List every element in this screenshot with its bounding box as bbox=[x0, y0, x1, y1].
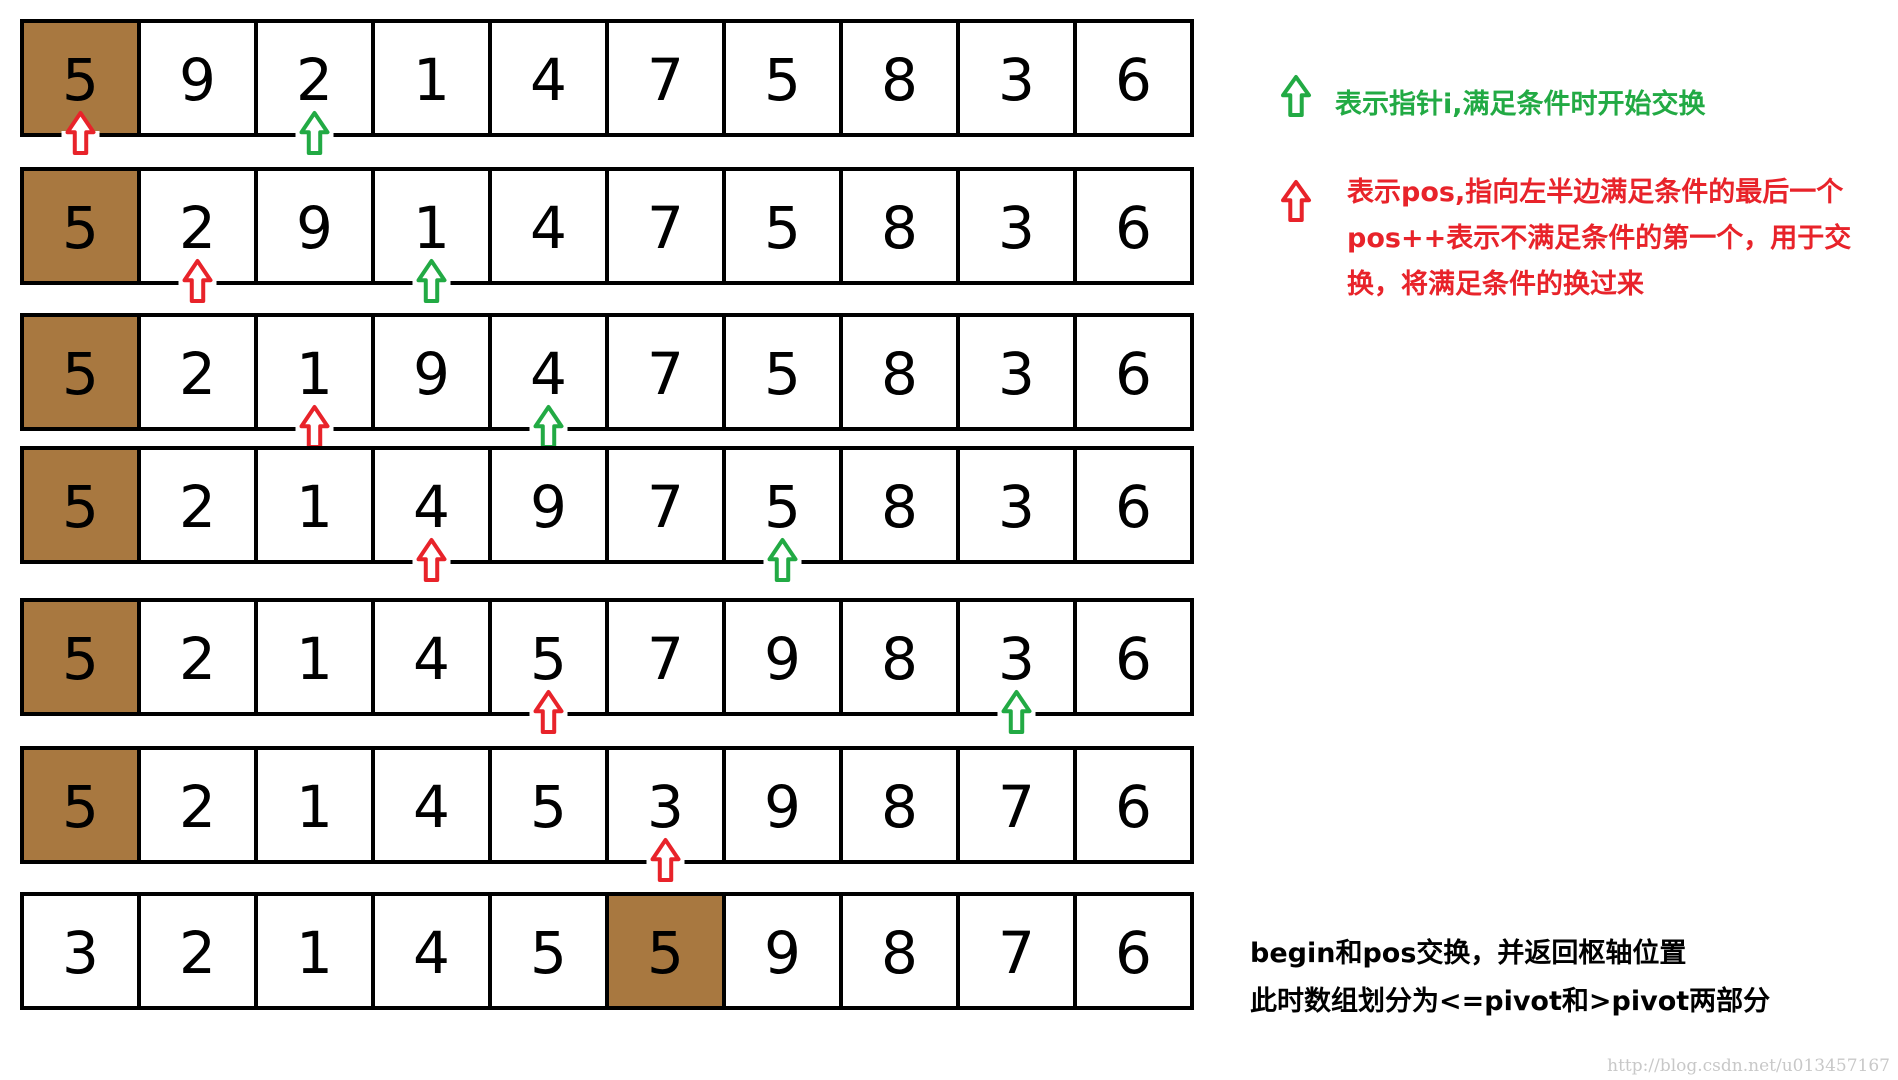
cell-value: 9 bbox=[764, 625, 801, 693]
legend-i-pointer: 表示指针i,满足条件时开始交换 bbox=[1335, 82, 1706, 121]
cell-value: 8 bbox=[881, 625, 918, 693]
array-row: 5 2 1 4 5 7 9 8 3 6 bbox=[20, 598, 1194, 734]
legend-i-text: 表示指针i,满足条件时开始交换 bbox=[1335, 89, 1706, 120]
cell-value: 7 bbox=[647, 340, 684, 408]
cell-value: 8 bbox=[881, 194, 918, 262]
array-row: 5 2 1 9 4 7 5 8 3 6 bbox=[20, 313, 1194, 449]
cell-value: 3 bbox=[998, 625, 1035, 693]
cell-value: 6 bbox=[1115, 919, 1152, 987]
cell-value: 7 bbox=[998, 919, 1035, 987]
array-row: 3 2 1 4 5 5 9 8 7 6 bbox=[20, 892, 1194, 1010]
cell-value: 7 bbox=[647, 46, 684, 114]
array-row: 5 2 1 4 9 7 5 8 3 6 bbox=[20, 446, 1194, 582]
cell-value: 4 bbox=[530, 46, 567, 114]
legend-icons bbox=[1281, 75, 1311, 222]
cell-value: 2 bbox=[179, 194, 216, 262]
cell-value: 4 bbox=[530, 194, 567, 262]
red-up-arrow-icon bbox=[1281, 180, 1311, 222]
cell-value: 5 bbox=[62, 473, 99, 541]
cell-value: 1 bbox=[296, 773, 333, 841]
cell-value: 1 bbox=[296, 340, 333, 408]
cell-value: 6 bbox=[1115, 773, 1152, 841]
cell-value: 3 bbox=[998, 194, 1035, 262]
cell-value: 1 bbox=[296, 625, 333, 693]
cell-value: 4 bbox=[413, 773, 450, 841]
cell-value: 7 bbox=[647, 194, 684, 262]
cell-value: 5 bbox=[530, 625, 567, 693]
cell-value: 3 bbox=[62, 919, 99, 987]
cell-value: 6 bbox=[1115, 340, 1152, 408]
array-row: 5 9 2 1 4 7 5 8 3 6 bbox=[20, 19, 1194, 155]
cell-value: 5 bbox=[764, 340, 801, 408]
cell-value: 6 bbox=[1115, 625, 1152, 693]
cell-value: 5 bbox=[647, 919, 684, 987]
cell-value: 5 bbox=[62, 625, 99, 693]
result-note-line: begin和pos交换，并返回枢轴位置 bbox=[1250, 938, 1687, 969]
cell-value: 6 bbox=[1115, 473, 1152, 541]
cell-value: 1 bbox=[296, 919, 333, 987]
cell-value: 3 bbox=[998, 46, 1035, 114]
cell-value: 2 bbox=[179, 773, 216, 841]
cell-value: 1 bbox=[413, 194, 450, 262]
cell-value: 5 bbox=[764, 194, 801, 262]
legend-pos-pointer: 表示pos,指向左半边满足条件的最后一个 pos++表示不满足条件的第一个，用于… bbox=[1347, 170, 1877, 308]
result-note-line: 此时数组划分为<=pivot和>pivot两部分 bbox=[1250, 986, 1771, 1017]
legend-pos-line: 换，将满足条件的换过来 bbox=[1347, 269, 1644, 300]
cell-value: 2 bbox=[179, 919, 216, 987]
cell-value: 2 bbox=[179, 473, 216, 541]
green-up-arrow-icon bbox=[1281, 75, 1311, 117]
cell-value: 5 bbox=[62, 340, 99, 408]
cell-value: 1 bbox=[296, 473, 333, 541]
cell-value: 1 bbox=[413, 46, 450, 114]
watermark: http://blog.csdn.net/u013457167 bbox=[1607, 1056, 1890, 1076]
cell-value: 8 bbox=[881, 919, 918, 987]
cell-value: 8 bbox=[881, 46, 918, 114]
cell-value: 4 bbox=[413, 625, 450, 693]
cell-value: 9 bbox=[179, 46, 216, 114]
cell-value: 8 bbox=[881, 340, 918, 408]
cell-value: 5 bbox=[764, 473, 801, 541]
cell-value: 5 bbox=[530, 919, 567, 987]
cell-value: 2 bbox=[179, 340, 216, 408]
cell-value: 7 bbox=[998, 773, 1035, 841]
partition-diagram: 5 9 2 1 4 7 5 8 3 6 5 2 9 1 4 7 5 8 3 6 5 2 1 9 4 7 5 8 3 6 5 2 1 4 9 7 5 8 3 6… bbox=[20, 19, 1311, 1010]
cell-value: 9 bbox=[530, 473, 567, 541]
cell-value: 9 bbox=[296, 194, 333, 262]
cell-value: 6 bbox=[1115, 194, 1152, 262]
result-note: begin和pos交换，并返回枢轴位置 此时数组划分为<=pivot和>pivo… bbox=[1250, 930, 1770, 1026]
cell-value: 3 bbox=[998, 473, 1035, 541]
cell-value: 2 bbox=[179, 625, 216, 693]
cell-value: 4 bbox=[530, 340, 567, 408]
legend-pos-line: pos++表示不满足条件的第一个，用于交 bbox=[1347, 223, 1852, 254]
cell-value: 7 bbox=[647, 625, 684, 693]
cell-value: 8 bbox=[881, 773, 918, 841]
array-row: 5 2 1 4 5 3 9 8 7 6 bbox=[20, 746, 1194, 882]
cell-value: 5 bbox=[62, 46, 99, 114]
legend-pos-line: 表示pos,指向左半边满足条件的最后一个 bbox=[1347, 177, 1844, 208]
cell-value: 5 bbox=[62, 773, 99, 841]
cell-value: 4 bbox=[413, 919, 450, 987]
cell-value: 2 bbox=[296, 46, 333, 114]
cell-value: 6 bbox=[1115, 46, 1152, 114]
cell-value: 9 bbox=[413, 340, 450, 408]
array-row: 5 2 9 1 4 7 5 8 3 6 bbox=[20, 167, 1194, 303]
cell-value: 8 bbox=[881, 473, 918, 541]
cell-value: 3 bbox=[998, 340, 1035, 408]
cell-value: 3 bbox=[647, 773, 684, 841]
cell-value: 7 bbox=[647, 473, 684, 541]
cell-value: 9 bbox=[764, 919, 801, 987]
cell-value: 9 bbox=[764, 773, 801, 841]
cell-value: 5 bbox=[62, 194, 99, 262]
cell-value: 5 bbox=[530, 773, 567, 841]
cell-value: 4 bbox=[413, 473, 450, 541]
cell-value: 5 bbox=[764, 46, 801, 114]
